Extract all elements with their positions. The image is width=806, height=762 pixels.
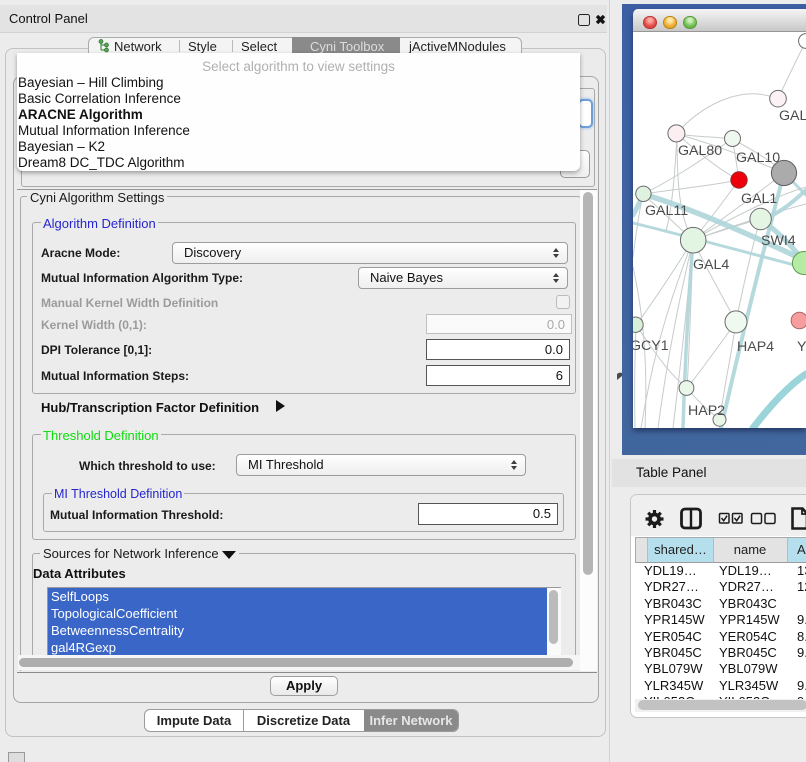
svg-text:GAL10: GAL10 bbox=[736, 150, 780, 166]
svg-text:HAP2: HAP2 bbox=[688, 403, 725, 419]
svg-text:GAL1: GAL1 bbox=[741, 191, 777, 207]
svg-text:HAP4: HAP4 bbox=[737, 339, 774, 355]
svg-text:GAL80: GAL80 bbox=[678, 143, 722, 159]
svg-text:GAL4: GAL4 bbox=[693, 257, 729, 273]
svg-text:GAL11: GAL11 bbox=[645, 203, 688, 219]
svg-text:GCY1: GCY1 bbox=[633, 338, 669, 354]
svg-text:GAL7: GAL7 bbox=[779, 108, 806, 124]
svg-text:YJ: YJ bbox=[797, 339, 806, 355]
svg-text:SWI4: SWI4 bbox=[761, 233, 796, 249]
